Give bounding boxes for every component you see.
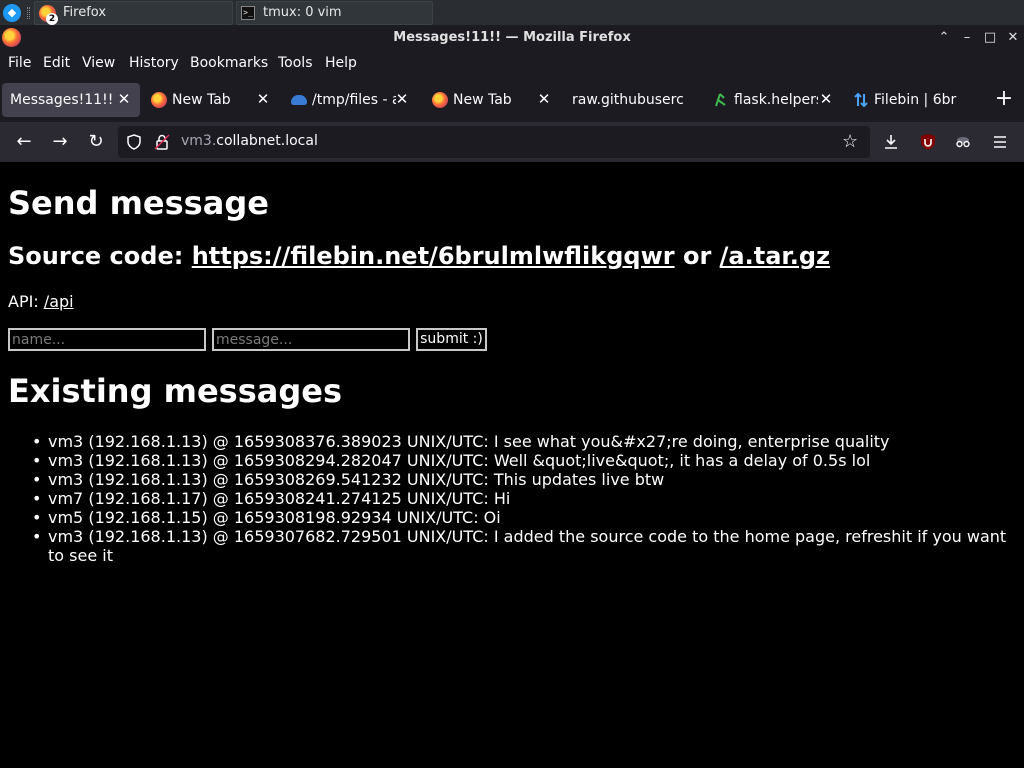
taskbar-task-firefox[interactable]: 2 Firefox bbox=[34, 1, 233, 25]
message-list: vm3 (192.168.1.13) @ 1659308376.389023 U… bbox=[32, 432, 1016, 565]
flask-icon bbox=[715, 93, 726, 107]
message-item: vm7 (192.168.1.17) @ 1659308241.274125 U… bbox=[32, 489, 1016, 508]
ublock-origin-icon[interactable] bbox=[919, 133, 937, 151]
menu-history[interactable]: History bbox=[129, 55, 179, 71]
filebin-link[interactable]: https://filebin.net/6brulmlwflikgqwr bbox=[192, 242, 675, 270]
back-button[interactable]: ← bbox=[12, 130, 36, 154]
submit-button[interactable]: submit :) bbox=[416, 328, 487, 351]
tab-filebin[interactable]: Filebin | 6br bbox=[846, 83, 972, 117]
tab-flask-helpers[interactable]: flask.helpers ✕ bbox=[706, 83, 842, 117]
new-tab-button[interactable]: + bbox=[992, 88, 1016, 112]
insecure-lock-icon[interactable] bbox=[154, 134, 170, 150]
menu-edit[interactable]: Edit bbox=[43, 55, 70, 71]
close-tab-icon[interactable]: ✕ bbox=[255, 90, 271, 108]
url-domain: collabnet.local bbox=[216, 133, 318, 149]
task-label: Firefox bbox=[63, 5, 107, 20]
keep-above-button[interactable]: ⌃ bbox=[935, 29, 953, 47]
tracking-protection-shield-icon[interactable] bbox=[126, 134, 142, 150]
message-item: vm3 (192.168.1.13) @ 1659307682.729501 U… bbox=[32, 527, 1016, 565]
terminal-icon: >_ bbox=[241, 6, 255, 20]
menu-bookmarks[interactable]: Bookmarks bbox=[190, 55, 268, 71]
tab-new-tab-2[interactable]: New Tab ✕ bbox=[425, 83, 561, 117]
tab-label: Messages!11!! bbox=[10, 92, 114, 108]
close-window-button[interactable]: ✕ bbox=[1004, 29, 1022, 47]
window-count-badge: 2 bbox=[46, 13, 58, 25]
cloud-icon bbox=[291, 95, 307, 105]
message-item: vm5 (192.168.1.15) @ 1659308198.92934 UN… bbox=[32, 508, 1016, 527]
tab-label: /tmp/files - a bbox=[312, 92, 396, 108]
menu-file[interactable]: File bbox=[8, 55, 31, 71]
tab-label: Filebin | 6br bbox=[874, 92, 957, 108]
close-tab-icon[interactable]: ✕ bbox=[394, 90, 410, 108]
tab-strip: Messages!11!! ✕ New Tab ✕ /tmp/files - a… bbox=[0, 77, 1024, 122]
task-label: tmux: 0 vim bbox=[263, 5, 342, 20]
firefox-icon bbox=[432, 92, 448, 108]
close-tab-icon[interactable]: ✕ bbox=[536, 90, 552, 108]
window-titlebar: Messages!11!! — Mozilla Firefox ⌃ – □ ✕ bbox=[0, 26, 1024, 50]
downloads-icon[interactable] bbox=[882, 133, 900, 151]
tab-tmp-files[interactable]: /tmp/files - a ✕ bbox=[284, 83, 414, 117]
message-item: vm3 (192.168.1.13) @ 1659308269.541232 U… bbox=[32, 470, 1016, 489]
taskbar-task-tmux[interactable]: >_ tmux: 0 vim bbox=[236, 1, 433, 25]
tab-new-tab-1[interactable]: New Tab ✕ bbox=[144, 83, 278, 117]
maximize-button[interactable]: □ bbox=[981, 29, 999, 47]
url-subdomain: vm3. bbox=[181, 133, 217, 149]
source-or-text: or bbox=[674, 242, 720, 270]
extension-mask-icon[interactable] bbox=[954, 133, 972, 151]
tab-label: raw.githubuserc bbox=[572, 92, 684, 108]
bookmark-star-icon[interactable]: ☆ bbox=[842, 131, 858, 152]
tab-raw-githubusercontent[interactable]: raw.githubuserc bbox=[565, 83, 703, 117]
url-bar[interactable]: vm3.collabnet.local ☆ bbox=[118, 126, 870, 158]
tarball-link[interactable]: /a.tar.gz bbox=[720, 242, 830, 270]
os-taskbar: ◆ 2 Firefox >_ tmux: 0 vim bbox=[0, 0, 1024, 26]
api-label: API: bbox=[8, 292, 44, 311]
forward-button[interactable]: → bbox=[48, 130, 72, 154]
window-title: Messages!11!! — Mozilla Firefox bbox=[393, 30, 631, 45]
tab-messages[interactable]: Messages!11!! ✕ bbox=[2, 83, 140, 117]
menu-view[interactable]: View bbox=[82, 55, 115, 71]
close-tab-icon[interactable]: ✕ bbox=[818, 90, 834, 108]
message-item: vm3 (192.168.1.13) @ 1659308294.282047 U… bbox=[32, 451, 1016, 470]
source-code-label: Source code: bbox=[8, 242, 192, 270]
navigation-toolbar: ← → ↻ vm3.collabnet.local ☆ bbox=[0, 122, 1024, 162]
taskbar-separator bbox=[27, 7, 30, 19]
hamburger-menu-icon[interactable] bbox=[991, 133, 1009, 151]
message-item: vm3 (192.168.1.13) @ 1659308376.389023 U… bbox=[32, 432, 1016, 451]
page-content: Send message Source code: https://filebi… bbox=[0, 162, 1024, 768]
menu-bar: File Edit View History Bookmarks Tools H… bbox=[0, 50, 1024, 77]
api-link[interactable]: /api bbox=[44, 292, 74, 311]
existing-messages-heading: Existing messages bbox=[8, 372, 342, 410]
tab-label: flask.helpers bbox=[734, 92, 818, 108]
api-line: API: /api bbox=[8, 292, 74, 311]
app-launcher-icon[interactable]: ◆ bbox=[3, 4, 21, 22]
url-text: vm3.collabnet.local bbox=[181, 133, 318, 149]
source-code-heading: Source code: https://filebin.net/6brulml… bbox=[8, 242, 830, 270]
minimize-button[interactable]: – bbox=[958, 29, 976, 47]
tab-label: New Tab bbox=[172, 92, 231, 108]
name-input[interactable] bbox=[8, 328, 206, 351]
menu-help[interactable]: Help bbox=[325, 55, 357, 71]
firefox-icon bbox=[151, 92, 167, 108]
tab-label: New Tab bbox=[453, 92, 512, 108]
filebin-icon bbox=[854, 92, 868, 108]
menu-tools[interactable]: Tools bbox=[278, 55, 313, 71]
page-title: Send message bbox=[8, 184, 269, 222]
reload-button[interactable]: ↻ bbox=[84, 130, 108, 154]
close-tab-icon[interactable]: ✕ bbox=[116, 90, 132, 108]
message-input[interactable] bbox=[212, 328, 410, 351]
